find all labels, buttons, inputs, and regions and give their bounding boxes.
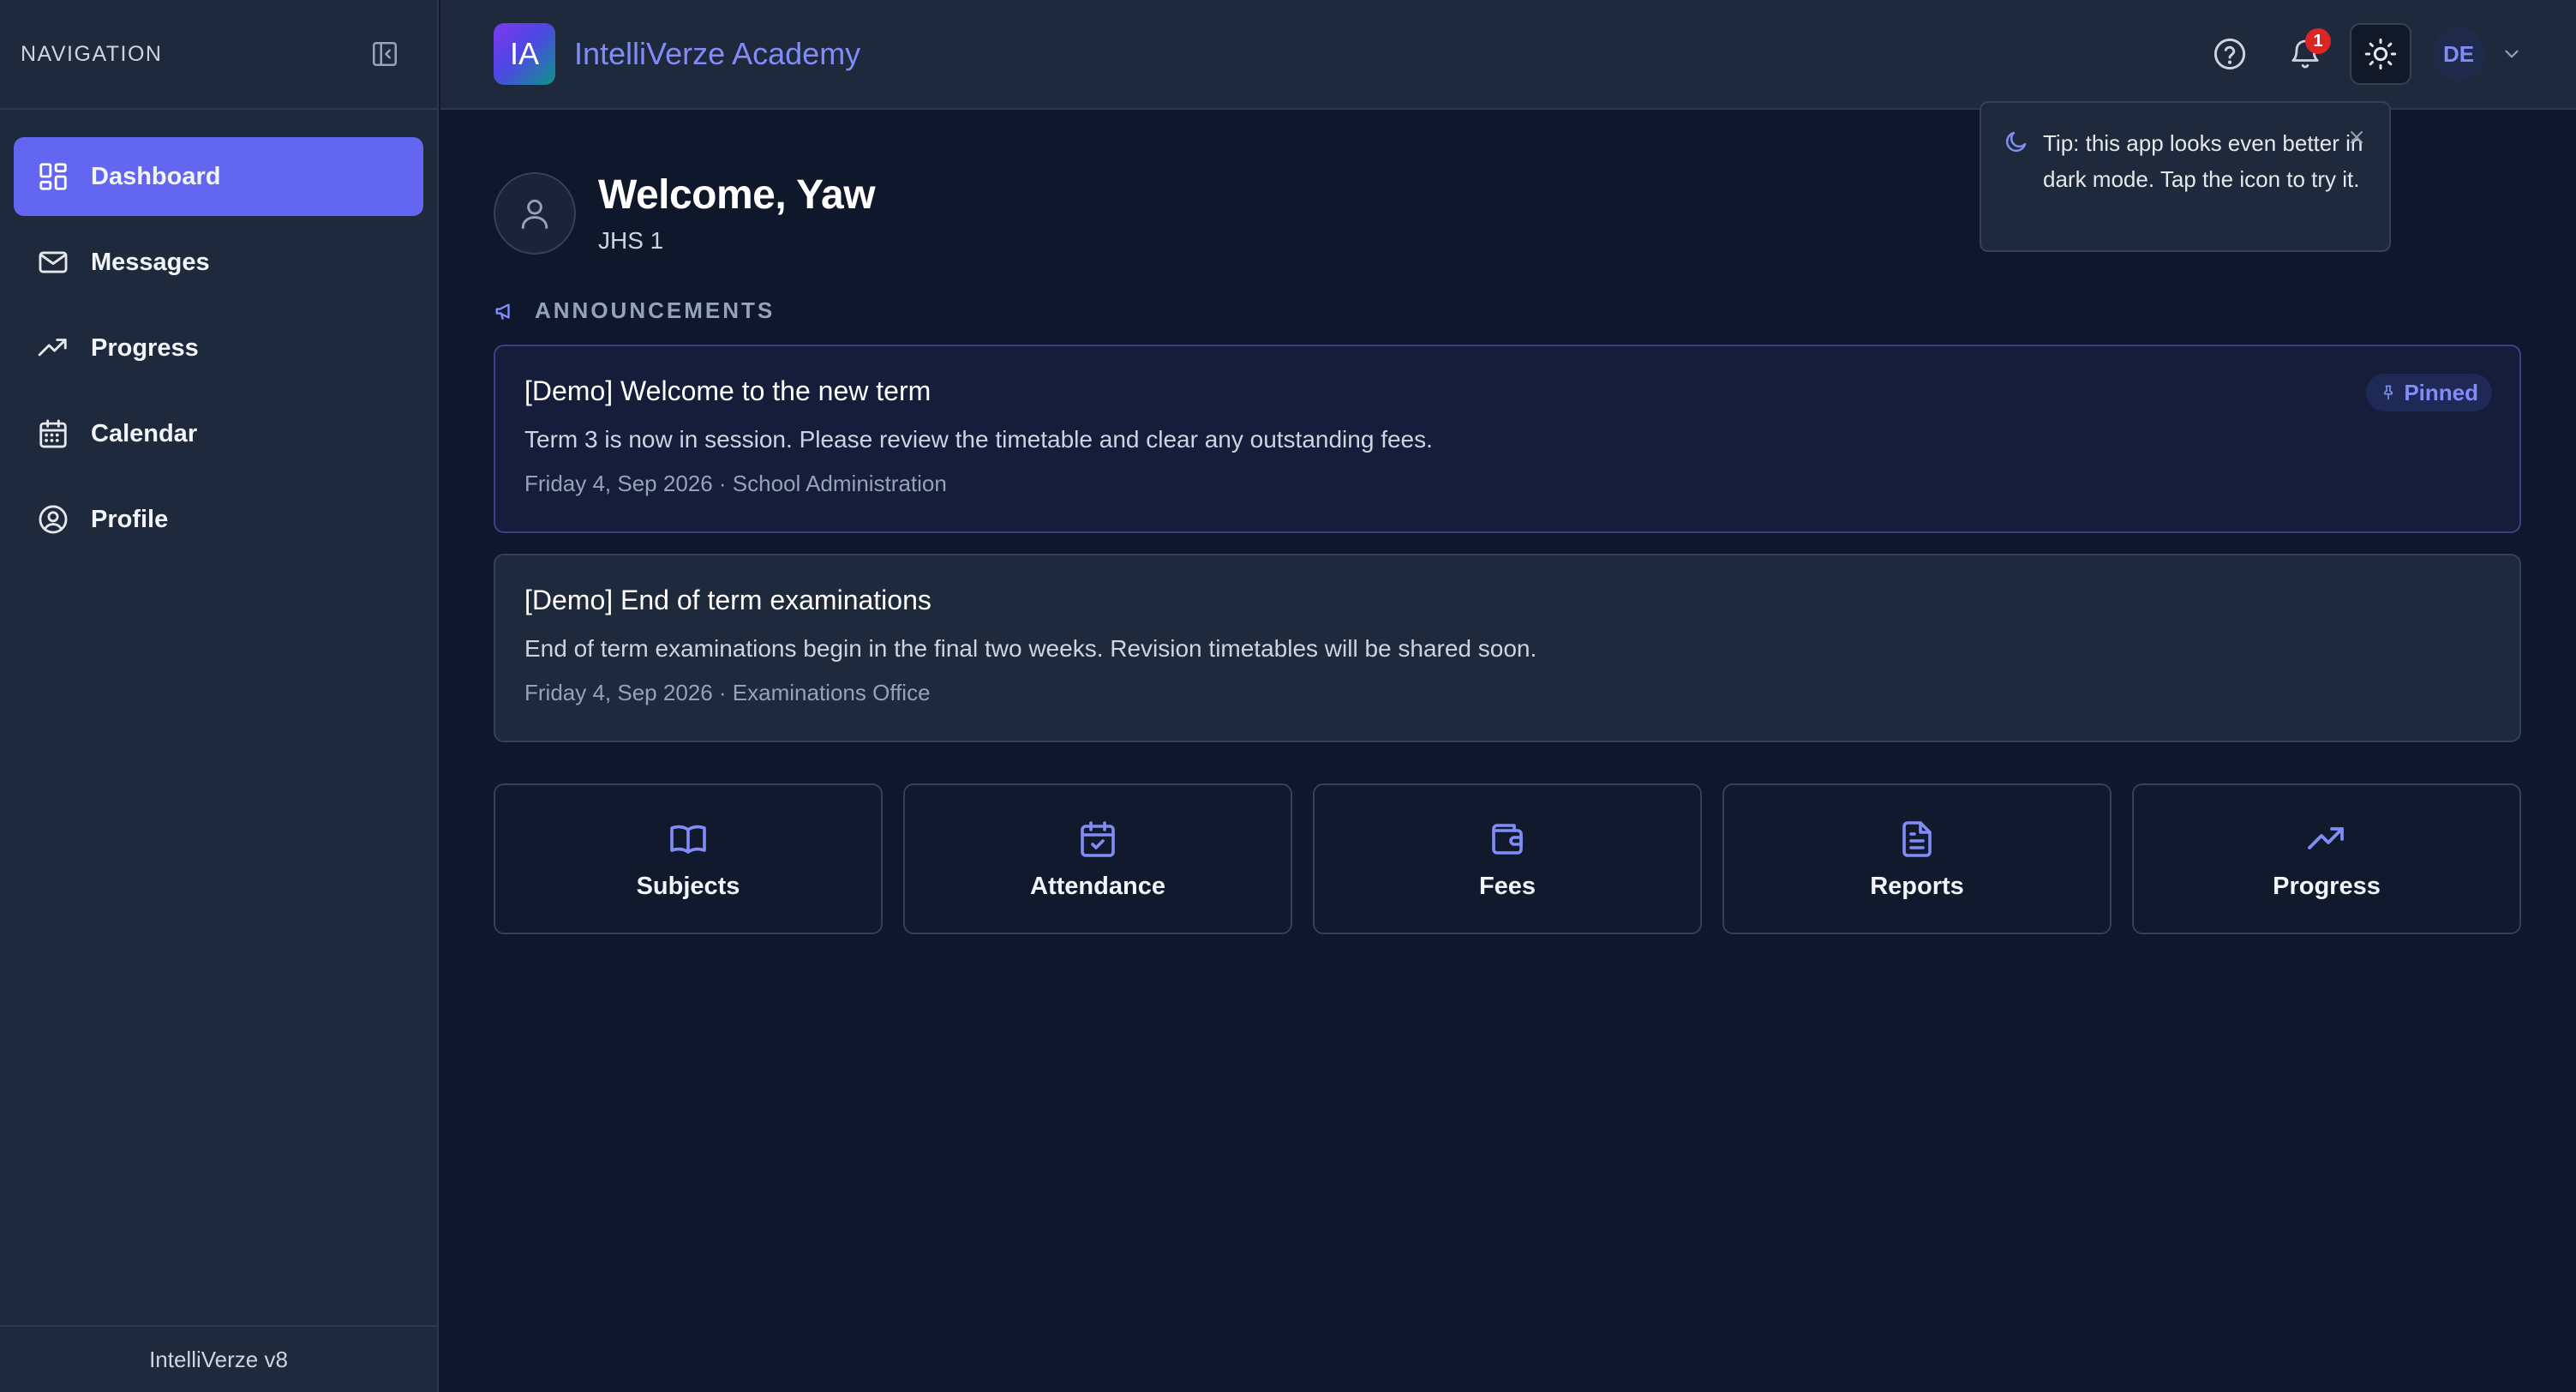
version-label: IntelliVerze v8 bbox=[149, 1346, 288, 1372]
tile-subjects[interactable]: Subjects bbox=[494, 783, 883, 934]
tile-fees[interactable]: Fees bbox=[1313, 783, 1702, 934]
main-content: Welcome, Yaw JHS 1 ANNOUNCEMENTS [Demo] … bbox=[494, 110, 2521, 934]
calendar-icon bbox=[36, 417, 70, 451]
sidebar-item-messages[interactable]: Messages bbox=[14, 223, 423, 302]
sidebar-item-label: Dashboard bbox=[91, 162, 221, 190]
app-name[interactable]: IntelliVerze Academy bbox=[574, 36, 860, 72]
tile-label: Attendance bbox=[1030, 872, 1165, 900]
tile-reports[interactable]: Reports bbox=[1722, 783, 2112, 934]
sidebar-item-dashboard[interactable]: Dashboard bbox=[14, 137, 423, 216]
sidebar-item-label: Calendar bbox=[91, 419, 198, 447]
sidebar-item-label: Profile bbox=[91, 505, 169, 533]
announcement-meta: Friday 4, Sep 2026 · School Administrati… bbox=[524, 471, 947, 496]
welcome-title: Welcome, Yaw bbox=[598, 172, 876, 218]
top-bar: IA IntelliVerze Academy 1 DE bbox=[440, 0, 2576, 110]
welcome-section: Welcome, Yaw JHS 1 bbox=[494, 171, 2521, 255]
tile-label: Reports bbox=[1870, 872, 1964, 900]
announcements-heading: ANNOUNCEMENTS bbox=[494, 297, 2521, 324]
pinned-label: Pinned bbox=[2404, 379, 2478, 405]
app-logo[interactable]: IA bbox=[494, 23, 555, 85]
user-icon bbox=[521, 199, 548, 229]
welcome-text: Welcome, Yaw JHS 1 bbox=[598, 171, 876, 255]
account-menu-toggle[interactable] bbox=[2499, 41, 2525, 67]
dashboard-icon bbox=[36, 159, 70, 194]
announcement-body: Term 3 is now in session. Please review … bbox=[524, 426, 1433, 453]
announcement-body: End of term examinations begin in the fi… bbox=[524, 635, 1537, 662]
sidebar-item-calendar[interactable]: Calendar bbox=[14, 394, 423, 473]
help-icon bbox=[2214, 38, 2246, 70]
logo-text: IA bbox=[509, 36, 539, 71]
tile-attendance[interactable]: Attendance bbox=[903, 783, 1292, 934]
sidebar-header: NAVIGATION bbox=[0, 0, 437, 110]
trending-up-icon bbox=[36, 331, 70, 365]
megaphone-icon bbox=[494, 298, 519, 324]
announcement-title: [Demo] Welcome to the new term bbox=[524, 375, 932, 406]
trending-up-icon bbox=[2306, 818, 2347, 861]
chevron-down-icon bbox=[2505, 50, 2519, 58]
wallet-icon bbox=[1487, 818, 1528, 861]
calendar-check-icon bbox=[1077, 818, 1118, 861]
announcement-title: [Demo] End of term examinations bbox=[524, 585, 932, 615]
document-icon bbox=[1896, 818, 1938, 861]
collapse-sidebar-button[interactable] bbox=[367, 36, 403, 72]
tile-progress[interactable]: Progress bbox=[2132, 783, 2521, 934]
announcement-meta: Friday 4, Sep 2026 · Examinations Office bbox=[524, 680, 931, 705]
sidebar-item-progress[interactable]: Progress bbox=[14, 309, 423, 387]
sidebar-item-label: Messages bbox=[91, 248, 210, 276]
sidebar-nav: Dashboard Messages Progress Calendar Pro… bbox=[0, 110, 437, 559]
user-circle-icon bbox=[36, 502, 70, 537]
book-open-icon bbox=[668, 818, 709, 861]
sidebar-collapse-icon bbox=[372, 41, 398, 67]
sidebar-footer: IntelliVerze v8 bbox=[0, 1325, 437, 1392]
notifications-button[interactable]: 1 bbox=[2274, 23, 2336, 85]
mail-icon bbox=[36, 245, 70, 279]
sun-icon bbox=[2364, 38, 2397, 70]
sidebar-title: NAVIGATION bbox=[21, 41, 163, 66]
pinned-badge: Pinned bbox=[2366, 374, 2492, 411]
help-button[interactable] bbox=[2199, 23, 2261, 85]
announcement-card[interactable]: [Demo] Welcome to the new term Term 3 is… bbox=[494, 345, 2521, 533]
theme-toggle-button[interactable] bbox=[2350, 23, 2411, 85]
tile-label: Fees bbox=[1478, 872, 1537, 900]
pin-icon bbox=[2384, 385, 2393, 400]
sidebar: NAVIGATION Dashboard Messages Progress C… bbox=[0, 0, 439, 1392]
tile-label: Progress bbox=[2273, 872, 2381, 900]
notification-badge: 1 bbox=[2305, 28, 2331, 54]
top-actions: 1 DE bbox=[2185, 23, 2525, 85]
tile-label: Subjects bbox=[636, 872, 740, 900]
sidebar-item-profile[interactable]: Profile bbox=[14, 480, 423, 559]
welcome-avatar bbox=[494, 171, 576, 255]
sidebar-item-label: Progress bbox=[91, 333, 199, 362]
quick-links: Subjects Attendance Fees Reports Progres… bbox=[494, 783, 2521, 934]
announcements-label: ANNOUNCEMENTS bbox=[535, 297, 776, 323]
announcement-card[interactable]: [Demo] End of term examinations End of t… bbox=[494, 554, 2521, 742]
class-label: JHS 1 bbox=[598, 227, 664, 254]
user-avatar[interactable]: DE bbox=[2432, 27, 2485, 81]
